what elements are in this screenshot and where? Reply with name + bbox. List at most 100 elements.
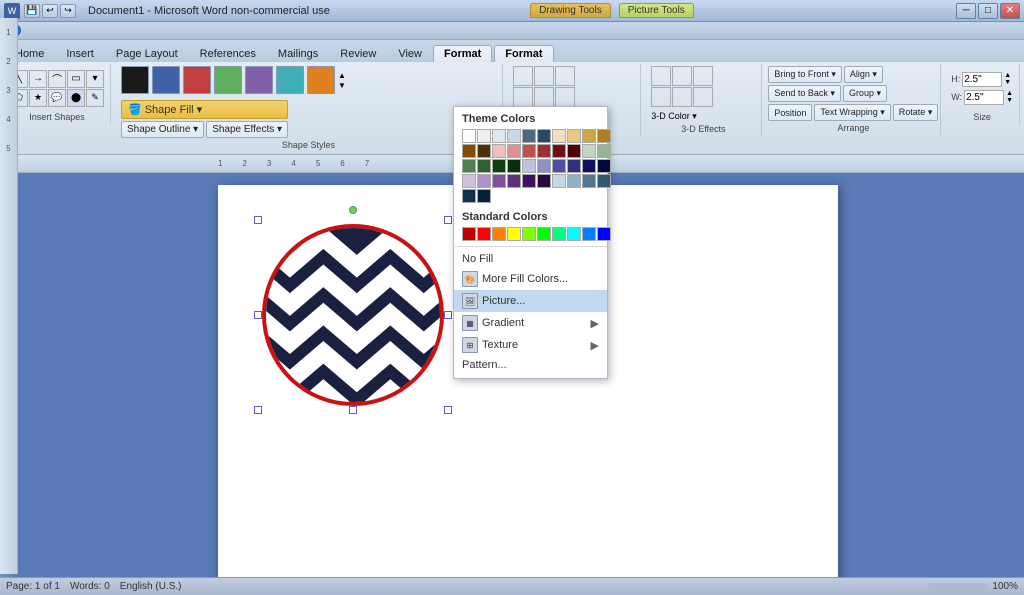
theme-color-17[interactable] — [567, 144, 581, 158]
close-btn[interactable]: ✕ — [1000, 3, 1020, 19]
width-input[interactable] — [964, 90, 1004, 105]
standard-color-2[interactable] — [492, 227, 506, 241]
theme-color-11[interactable] — [477, 144, 491, 158]
picture-item[interactable]: 🖼 Picture... — [454, 290, 607, 312]
width-up[interactable]: ▲ — [1006, 90, 1013, 97]
handle-bl[interactable] — [254, 406, 262, 414]
theme-color-12[interactable] — [492, 144, 506, 158]
drawing-tools-tab[interactable]: Drawing Tools — [530, 3, 611, 18]
maximize-btn[interactable]: □ — [978, 3, 998, 19]
height-input[interactable] — [962, 72, 1002, 87]
theme-color-25[interactable] — [537, 159, 551, 173]
shape-callout[interactable]: 💬 — [48, 89, 66, 107]
handle-tl[interactable] — [254, 216, 262, 224]
tab-format-picture[interactable]: Format — [494, 45, 553, 62]
theme-color-14[interactable] — [522, 144, 536, 158]
theme-color-32[interactable] — [492, 174, 506, 188]
shape-outline-btn[interactable]: Shape Outline ▾ — [121, 121, 204, 138]
theme-color-1[interactable] — [477, 129, 491, 143]
width-down[interactable]: ▼ — [1006, 97, 1013, 104]
scroll-down[interactable]: ▼ — [338, 81, 346, 90]
standard-color-5[interactable] — [537, 227, 551, 241]
theme-color-41[interactable] — [477, 189, 491, 203]
standard-color-3[interactable] — [507, 227, 521, 241]
swatch-blue[interactable] — [152, 66, 180, 94]
minimize-btn[interactable]: ─ — [956, 3, 976, 19]
shadow-1[interactable] — [513, 66, 533, 86]
circle-shape[interactable] — [262, 224, 444, 406]
3d-5[interactable] — [672, 87, 692, 107]
redo-btn[interactable]: ↪ — [60, 4, 76, 18]
theme-color-9[interactable] — [597, 129, 611, 143]
3d-3[interactable] — [693, 66, 713, 86]
standard-color-1[interactable] — [477, 227, 491, 241]
theme-color-21[interactable] — [477, 159, 491, 173]
theme-color-40[interactable] — [462, 189, 476, 203]
standard-color-6[interactable] — [552, 227, 566, 241]
theme-color-35[interactable] — [537, 174, 551, 188]
theme-color-4[interactable] — [522, 129, 536, 143]
theme-color-38[interactable] — [582, 174, 596, 188]
handle-mr[interactable] — [444, 311, 452, 319]
shadow-5[interactable] — [534, 87, 554, 107]
theme-color-16[interactable] — [552, 144, 566, 158]
shape-star[interactable]: ★ — [29, 89, 47, 107]
swatch-purple[interactable] — [245, 66, 273, 94]
theme-color-5[interactable] — [537, 129, 551, 143]
theme-color-26[interactable] — [552, 159, 566, 173]
align-btn[interactable]: Align ▾ — [844, 66, 883, 83]
theme-color-3[interactable] — [507, 129, 521, 143]
bring-to-front-btn[interactable]: Bring to Front ▾ — [768, 66, 842, 83]
gradient-item[interactable]: ▦ Gradient ▶ — [454, 312, 607, 334]
3d-color-btn[interactable]: 3-D Color ▾ — [651, 111, 697, 122]
height-up[interactable]: ▲ — [1004, 72, 1011, 79]
swatch-teal[interactable] — [276, 66, 304, 94]
theme-color-24[interactable] — [522, 159, 536, 173]
swatch-black[interactable] — [121, 66, 149, 94]
tab-view[interactable]: View — [387, 45, 433, 62]
theme-color-22[interactable] — [492, 159, 506, 173]
undo-btn[interactable]: ↩ — [42, 4, 58, 18]
shape-fill-button[interactable]: 🪣 Shape Fill ▾ — [121, 100, 288, 119]
texture-item[interactable]: ⊞ Texture ▶ — [454, 334, 607, 356]
tab-review[interactable]: Review — [329, 45, 387, 62]
tab-insert[interactable]: Insert — [55, 45, 105, 62]
theme-color-10[interactable] — [462, 144, 476, 158]
height-down[interactable]: ▼ — [1004, 79, 1011, 86]
standard-color-8[interactable] — [582, 227, 596, 241]
3d-6[interactable] — [693, 87, 713, 107]
group-btn[interactable]: Group ▾ — [843, 85, 887, 102]
3d-2[interactable] — [672, 66, 692, 86]
theme-color-23[interactable] — [507, 159, 521, 173]
theme-color-34[interactable] — [522, 174, 536, 188]
handle-ml[interactable] — [254, 311, 262, 319]
swatch-green[interactable] — [214, 66, 242, 94]
theme-color-15[interactable] — [537, 144, 551, 158]
theme-color-19[interactable] — [597, 144, 611, 158]
shadow-4[interactable] — [513, 87, 533, 107]
shape-curve[interactable]: ⌒ — [48, 70, 66, 88]
standard-color-4[interactable] — [522, 227, 536, 241]
theme-color-28[interactable] — [582, 159, 596, 173]
rotation-handle[interactable] — [349, 206, 357, 214]
shape-rect[interactable]: ▭ — [67, 70, 85, 88]
edit-points[interactable]: ✎ — [86, 89, 104, 107]
theme-color-31[interactable] — [477, 174, 491, 188]
theme-color-39[interactable] — [597, 174, 611, 188]
zoom-slider[interactable] — [928, 583, 988, 591]
shadow-3[interactable] — [555, 66, 575, 86]
handle-bm[interactable] — [349, 406, 357, 414]
theme-color-27[interactable] — [567, 159, 581, 173]
shadow-2[interactable] — [534, 66, 554, 86]
theme-color-20[interactable] — [462, 159, 476, 173]
standard-color-9[interactable] — [597, 227, 611, 241]
position-btn[interactable]: Position — [768, 104, 812, 121]
picture-tools-tab[interactable]: Picture Tools — [619, 3, 694, 18]
3d-4[interactable] — [651, 87, 671, 107]
text-wrapping-btn[interactable]: Text Wrapping ▾ — [814, 104, 890, 121]
tab-page-layout[interactable]: Page Layout — [105, 45, 189, 62]
theme-color-7[interactable] — [567, 129, 581, 143]
no-fill-item[interactable]: No Fill — [454, 250, 607, 268]
theme-color-13[interactable] — [507, 144, 521, 158]
save-btn[interactable]: 💾 — [24, 4, 40, 18]
